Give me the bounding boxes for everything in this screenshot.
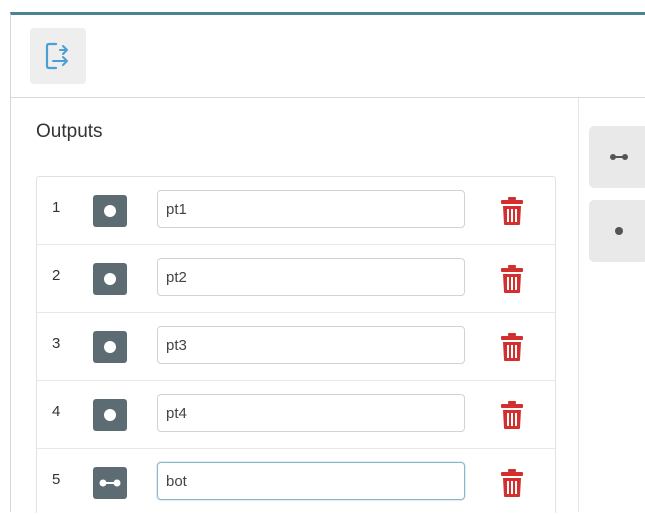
trash-icon xyxy=(501,401,523,429)
output-name-input[interactable] xyxy=(157,462,465,500)
delete-button[interactable] xyxy=(497,331,527,363)
output-name-input[interactable] xyxy=(157,394,465,432)
output-name-input[interactable] xyxy=(157,190,465,228)
row-index: 4 xyxy=(52,403,61,420)
trash-icon xyxy=(501,469,523,497)
output-row-4: 4 xyxy=(37,381,555,449)
panel-title: Outputs xyxy=(36,121,103,142)
trash-icon xyxy=(501,333,523,361)
trash-icon xyxy=(501,265,523,293)
output-row-5: 5 xyxy=(37,449,555,516)
output-type-toolbar xyxy=(579,98,645,512)
delete-button[interactable] xyxy=(497,195,527,227)
point-icon[interactable] xyxy=(93,399,127,431)
outputs-panel: Outputs 1 pt1 2 pt2 3 pt3 4 pt4 5 bot xyxy=(11,98,579,513)
point-icon[interactable] xyxy=(93,331,127,363)
editor-frame: Outputs 1 pt1 2 pt2 3 pt3 4 pt4 5 bot xyxy=(10,12,645,513)
point-icon[interactable] xyxy=(93,263,127,295)
point-icon xyxy=(615,227,623,235)
output-name-input[interactable] xyxy=(157,326,465,364)
add-segment-output-button[interactable] xyxy=(589,126,645,188)
output-row-3: 3 xyxy=(37,313,555,381)
segment-icon[interactable] xyxy=(93,467,127,499)
add-point-output-button[interactable] xyxy=(589,200,645,262)
trash-icon xyxy=(501,197,523,225)
point-icon[interactable] xyxy=(93,195,127,227)
segment-icon xyxy=(610,154,628,160)
row-index: 3 xyxy=(52,335,61,352)
export-outputs-button[interactable] xyxy=(30,28,86,84)
delete-button[interactable] xyxy=(497,263,527,295)
row-index: 5 xyxy=(52,471,61,488)
export-outputs-icon xyxy=(45,42,68,70)
output-row-2: 2 xyxy=(37,245,555,313)
delete-button[interactable] xyxy=(497,399,527,431)
outputs-list: 1 2 xyxy=(36,176,556,513)
output-row-1: 1 xyxy=(37,177,555,245)
output-name-input[interactable] xyxy=(157,258,465,296)
row-index: 1 xyxy=(52,199,61,216)
row-index: 2 xyxy=(52,267,61,284)
top-toolbar xyxy=(11,15,645,98)
delete-button[interactable] xyxy=(497,467,527,499)
